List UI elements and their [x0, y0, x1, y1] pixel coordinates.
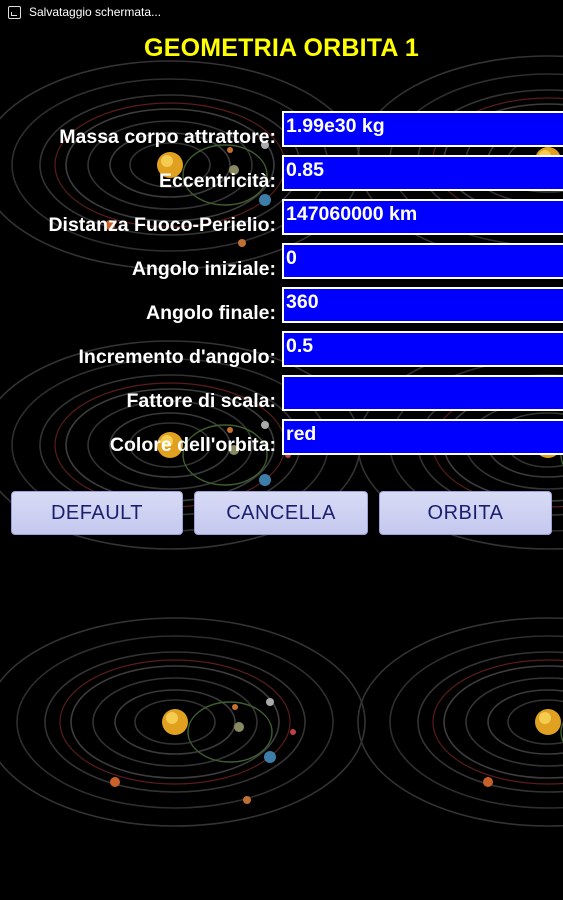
end-angle-input[interactable]: 360 [282, 287, 563, 323]
field-row-color: Colore dell'orbita: red [0, 419, 563, 457]
angle-step-label: Incremento d'angolo: [78, 346, 276, 368]
field-row-end-angle: Angolo finale: 360 [0, 287, 563, 325]
start-angle-label: Angolo iniziale: [131, 258, 276, 280]
periapsis-distance-label: Distanza Fuoco-Perielio: [48, 214, 276, 236]
screenshot-icon [8, 5, 21, 19]
orbit-color-label: Colore dell'orbita: [109, 434, 276, 456]
eccentricity-label: Eccentricità: [158, 170, 276, 192]
field-row-eccentricity: Eccentricità: 0.85 [0, 155, 563, 193]
field-row-start-angle: Angolo iniziale: 0 [0, 243, 563, 281]
orbit-button[interactable]: ORBITA [379, 491, 552, 535]
cancel-button[interactable]: CANCELLA [194, 491, 368, 535]
scale-factor-input[interactable] [282, 375, 563, 411]
field-row-periapsis: Distanza Fuoco-Perielio: 147060000 km [0, 199, 563, 237]
orbit-color-input[interactable]: red [282, 419, 563, 455]
field-row-angle-step: Incremento d'angolo: 0.5 [0, 331, 563, 369]
scale-factor-label: Fattore di scala: [126, 390, 276, 412]
page-title: GEOMETRIA ORBITA 1 [144, 34, 419, 62]
eccentricity-input[interactable]: 0.85 [282, 155, 563, 191]
mass-label: Massa corpo attrattore: [59, 126, 276, 148]
periapsis-distance-input[interactable]: 147060000 km [282, 199, 563, 235]
field-row-scale: Fattore di scala: [0, 375, 563, 413]
field-row-mass: Massa corpo attrattore: 1.99e30 kg [0, 111, 563, 149]
end-angle-label: Angolo finale: [146, 302, 276, 324]
default-button[interactable]: DEFAULT [11, 491, 183, 535]
mass-input[interactable]: 1.99e30 kg [282, 111, 563, 147]
status-bar: Salvataggio schermata... [0, 0, 563, 24]
start-angle-input[interactable]: 0 [282, 243, 563, 279]
status-notification-text: Salvataggio schermata... [29, 5, 162, 19]
angle-step-input[interactable]: 0.5 [282, 331, 563, 367]
